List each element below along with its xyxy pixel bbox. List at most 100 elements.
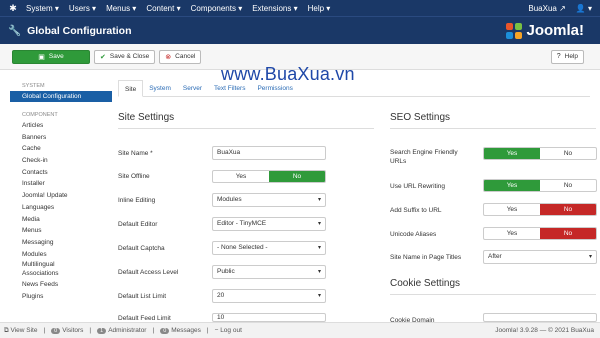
sidebar-item-associations[interactable]: Associations xyxy=(10,269,112,279)
site-offline-yes[interactable]: Yes xyxy=(213,171,269,182)
site-name-label: Site Name * xyxy=(118,150,153,157)
site-name-in-titles-select[interactable]: After ▾ xyxy=(483,250,597,264)
default-list-limit-select[interactable]: 20 ▾ xyxy=(212,289,326,303)
sef-yes[interactable]: Yes xyxy=(484,148,540,159)
chevron-down-icon: ▾ xyxy=(317,293,321,299)
sef-no[interactable]: No xyxy=(540,148,596,159)
tab-system[interactable]: System xyxy=(143,80,177,96)
default-list-limit-label: Default List Limit xyxy=(118,293,167,300)
view-site-link[interactable]: ⧉ View Site xyxy=(4,327,37,335)
divider xyxy=(118,128,374,129)
menu-content[interactable]: Content ▾ xyxy=(146,4,180,13)
sidebar-item-joomla-update[interactable]: Joomla! Update xyxy=(10,190,112,202)
sidebar-item-articles[interactable]: Articles xyxy=(10,120,112,132)
chevron-down-icon: ▾ xyxy=(317,197,321,203)
tab-server[interactable]: Server xyxy=(177,80,208,96)
url-suffix-toggle[interactable]: Yes No xyxy=(483,203,597,216)
logout-link[interactable]: − Log out xyxy=(215,327,242,334)
help-icon: ? xyxy=(556,53,561,60)
joomla-icon[interactable]: ✱ xyxy=(0,3,26,14)
sidebar-item-plugins[interactable]: Plugins xyxy=(10,291,112,303)
sidebar-item-menus[interactable]: Menus xyxy=(10,225,112,237)
default-feed-limit-select[interactable]: 10 xyxy=(212,313,326,322)
unicode-aliases-label: Unicode Aliases xyxy=(390,231,437,238)
site-name-input[interactable]: BuaXua xyxy=(212,146,326,160)
page-title: Global Configuration xyxy=(27,24,132,37)
tab-site[interactable]: Site xyxy=(118,80,144,97)
unicode-yes[interactable]: Yes xyxy=(484,228,540,239)
tab-permissions[interactable]: Permissions xyxy=(251,80,298,96)
default-editor-label: Default Editor xyxy=(118,221,158,228)
sidebar-item-multilingual[interactable]: Multilingual xyxy=(10,260,112,269)
sidebar-item-news-feeds[interactable]: News Feeds xyxy=(10,279,112,291)
messages-indicator[interactable]: 0 Messages xyxy=(160,327,201,334)
default-access-select[interactable]: Public ▾ xyxy=(212,265,326,279)
sidebar-item-contacts[interactable]: Contacts xyxy=(10,167,112,179)
sidebar: SYSTEM Global Configuration COMPONENT Ar… xyxy=(10,80,112,303)
top-nav: ✱ System ▾ Users ▾ Menus ▾ Content ▾ Com… xyxy=(0,0,600,16)
divider xyxy=(390,128,596,129)
administrator-indicator[interactable]: 1 Administrator xyxy=(97,327,146,334)
tab-text-filters[interactable]: Text Filters xyxy=(208,80,251,96)
cancel-button[interactable]: ⊗ Cancel xyxy=(159,49,202,64)
site-offline-toggle[interactable]: Yes No xyxy=(212,170,326,183)
sef-urls-toggle[interactable]: Yes No xyxy=(483,147,597,160)
menu-menus[interactable]: Menus ▾ xyxy=(106,4,136,13)
menu-extensions[interactable]: Extensions ▾ xyxy=(252,4,297,13)
sidebar-item-media[interactable]: Media xyxy=(10,214,112,226)
save-close-button[interactable]: ✔ Save & Close xyxy=(94,49,156,64)
joomla-logo: Joomla! xyxy=(506,22,584,39)
sidebar-item-cache[interactable]: Cache xyxy=(10,143,112,155)
menu-components[interactable]: Components ▾ xyxy=(191,4,243,13)
default-captcha-select[interactable]: - None Selected - ▾ xyxy=(212,241,326,255)
menu-help[interactable]: Help ▾ xyxy=(308,4,331,13)
default-feed-limit-label: Default Feed Limit xyxy=(118,315,171,322)
cookie-settings-title: Cookie Settings xyxy=(390,278,461,289)
site-name-in-titles-label: Site Name in Page Titles xyxy=(390,254,462,261)
save-button[interactable]: ▣ Save xyxy=(12,49,90,64)
chevron-down-icon: ▾ xyxy=(317,245,321,251)
cookie-domain-input[interactable] xyxy=(483,313,597,322)
sidebar-item-messaging[interactable]: Messaging xyxy=(10,237,112,249)
chevron-down-icon: ▾ xyxy=(317,269,321,275)
help-button[interactable]: ? Help xyxy=(550,49,584,64)
sidebar-item-modules[interactable]: Modules xyxy=(10,249,112,261)
minus-icon: − xyxy=(214,327,219,334)
site-settings-title: Site Settings xyxy=(118,112,175,123)
visitors-indicator[interactable]: 0 Visitors xyxy=(51,327,83,334)
sidebar-item-global-configuration[interactable]: Global Configuration xyxy=(10,91,112,102)
default-captcha-label: Default Captcha xyxy=(118,245,165,252)
rewrite-yes[interactable]: Yes xyxy=(484,180,540,191)
site-offline-label: Site Offline xyxy=(118,173,150,180)
default-access-label: Default Access Level xyxy=(118,269,179,276)
wrench-icon: 🔧 xyxy=(8,25,22,37)
joomla-mark-icon xyxy=(506,22,523,39)
user-icon[interactable]: 👤 ▾ xyxy=(576,4,592,13)
menu-system[interactable]: System ▾ xyxy=(26,4,59,13)
inline-editing-select[interactable]: Modules ▾ xyxy=(212,193,326,207)
default-editor-select[interactable]: Editor - TinyMCE ▾ xyxy=(212,217,326,231)
sidebar-item-languages[interactable]: Languages xyxy=(10,202,112,214)
url-suffix-label: Add Suffix to URL xyxy=(390,207,442,214)
cancel-icon: ⊗ xyxy=(165,53,172,61)
sidebar-item-banners[interactable]: Banners xyxy=(10,132,112,144)
save-icon: ▣ xyxy=(38,53,45,61)
url-rewriting-toggle[interactable]: Yes No xyxy=(483,179,597,192)
sidebar-heading-system: SYSTEM xyxy=(22,83,45,89)
sidebar-item-installer[interactable]: Installer xyxy=(10,178,112,190)
chevron-down-icon: ▾ xyxy=(317,221,321,227)
check-icon: ✔ xyxy=(100,53,106,61)
rewrite-no[interactable]: No xyxy=(540,180,596,191)
menu-users[interactable]: Users ▾ xyxy=(69,4,96,13)
site-link[interactable]: BuaXua ↗ xyxy=(528,4,565,13)
suffix-yes[interactable]: Yes xyxy=(484,204,540,215)
url-rewriting-label: Use URL Rewriting xyxy=(390,183,446,190)
inline-editing-label: Inline Editing xyxy=(118,197,156,204)
unicode-aliases-toggle[interactable]: Yes No xyxy=(483,227,597,240)
sidebar-item-check-in[interactable]: Check-in xyxy=(10,155,112,167)
unicode-no[interactable]: No xyxy=(540,228,596,239)
suffix-no[interactable]: No xyxy=(540,204,596,215)
site-offline-no[interactable]: No xyxy=(269,171,325,182)
title-bar: 🔧 Global Configuration Joomla! xyxy=(0,16,600,44)
version-text: Joomla! 3.9.28 — © 2021 BuaXua xyxy=(495,327,594,334)
